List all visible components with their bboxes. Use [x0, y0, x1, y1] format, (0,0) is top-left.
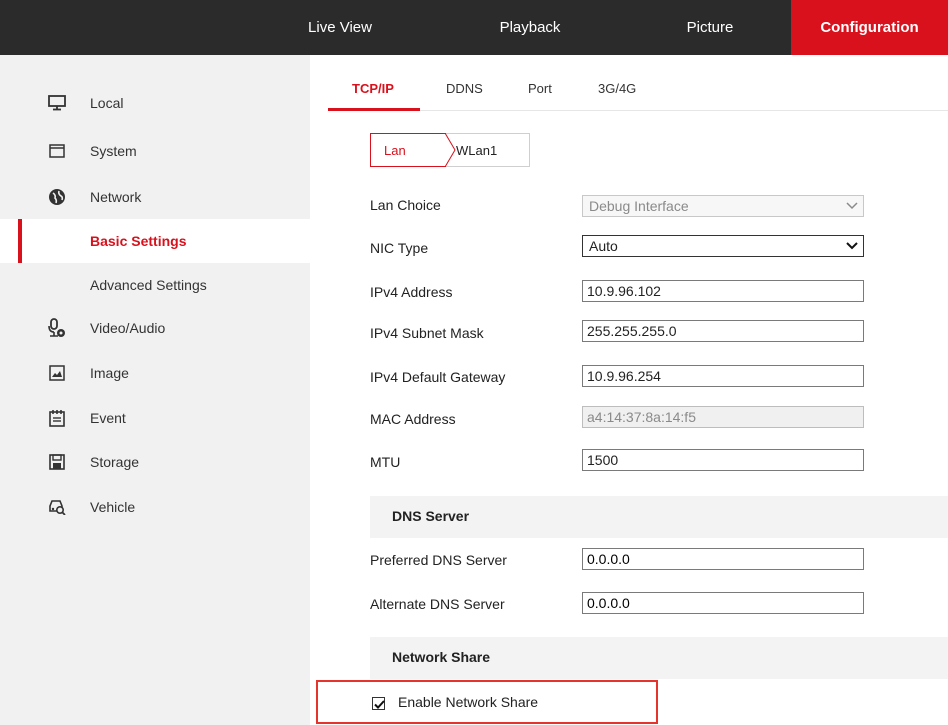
calendar-icon	[48, 409, 66, 427]
sidebar-item-label: System	[90, 143, 137, 159]
tab-ddns[interactable]: DDNS	[446, 81, 483, 96]
nav-playback[interactable]: Playback	[470, 0, 590, 55]
section-title: Network Share	[392, 649, 491, 665]
checkmark-icon	[374, 700, 385, 709]
ipv4-address-label: IPv4 Address	[370, 284, 453, 300]
monitor-icon	[48, 94, 66, 112]
sidebar: Local System Network Basic Settings Adva…	[0, 55, 310, 725]
chevron-down-icon	[846, 242, 858, 250]
window-icon	[48, 142, 66, 160]
sidebar-item-label: Event	[90, 410, 126, 426]
sidebar-item-vehicle[interactable]: Vehicle	[0, 485, 310, 529]
lan-choice-value: Debug Interface	[589, 198, 689, 214]
top-navigation-bar: Live View Playback Picture Configuration	[0, 0, 948, 55]
sidebar-item-label: Network	[90, 189, 142, 205]
subtab-label: WLan1	[456, 143, 498, 158]
sidebar-item-video-audio[interactable]: Video/Audio	[0, 306, 310, 350]
mac-address-input	[582, 406, 864, 428]
lan-choice-select[interactable]: Debug Interface	[582, 195, 864, 217]
subtab-lan[interactable]: Lan	[370, 133, 456, 167]
nav-configuration[interactable]: Configuration	[791, 0, 948, 55]
microphone-camera-icon	[48, 318, 66, 337]
sidebar-item-image[interactable]: Image	[0, 351, 310, 395]
sidebar-item-event[interactable]: Event	[0, 396, 310, 440]
nic-type-label: NIC Type	[370, 240, 429, 256]
vehicle-search-icon	[48, 498, 66, 516]
network-share-section-header: Network Share	[370, 637, 948, 679]
nic-type-select[interactable]: Auto	[582, 235, 864, 257]
globe-icon	[48, 188, 66, 206]
mtu-input[interactable]	[582, 449, 864, 471]
active-tab-indicator	[328, 108, 420, 111]
sidebar-item-label: Vehicle	[90, 499, 136, 515]
alternate-dns-label: Alternate DNS Server	[370, 596, 505, 612]
subtab-label: Lan	[384, 143, 406, 158]
sidebar-item-system[interactable]: System	[0, 129, 310, 173]
section-title: DNS Server	[392, 508, 470, 524]
nic-type-value: Auto	[589, 238, 618, 254]
chevron-down-icon	[846, 202, 858, 210]
mac-address-label: MAC Address	[370, 411, 456, 427]
sidebar-item-network[interactable]: Network	[0, 175, 310, 219]
sidebar-item-label: Basic Settings	[90, 233, 187, 249]
preferred-dns-label: Preferred DNS Server	[370, 552, 507, 568]
sidebar-item-advanced-settings[interactable]: Advanced Settings	[0, 263, 310, 307]
tab-tcpip[interactable]: TCP/IP	[352, 81, 394, 96]
tab-port[interactable]: Port	[528, 81, 552, 96]
sidebar-item-basic-settings[interactable]: Basic Settings	[0, 219, 310, 263]
network-tabs: TCP/IP DDNS Port 3G/4G	[330, 75, 948, 111]
preferred-dns-input[interactable]	[582, 548, 864, 570]
ipv4-subnet-label: IPv4 Subnet Mask	[370, 325, 484, 341]
nav-picture[interactable]: Picture	[655, 0, 765, 55]
sidebar-item-label: Advanced Settings	[90, 277, 207, 293]
sidebar-item-label: Storage	[90, 454, 140, 470]
image-icon	[48, 364, 66, 382]
floppy-disk-icon	[48, 453, 66, 471]
sidebar-item-label: Image	[90, 365, 129, 381]
nav-live-view[interactable]: Live View	[300, 0, 380, 55]
ipv4-address-input[interactable]	[582, 280, 864, 302]
tab-3g4g[interactable]: 3G/4G	[598, 81, 636, 96]
sidebar-item-local[interactable]: Local	[0, 81, 310, 125]
sidebar-item-storage[interactable]: Storage	[0, 440, 310, 484]
mtu-label: MTU	[370, 454, 401, 470]
dns-server-section-header: DNS Server	[370, 496, 948, 538]
sidebar-item-label: Video/Audio	[90, 320, 166, 336]
ipv4-subnet-input[interactable]	[582, 320, 864, 342]
enable-network-share-label: Enable Network Share	[398, 694, 539, 710]
enable-network-share-checkbox[interactable]	[372, 697, 385, 710]
sidebar-item-label: Local	[90, 95, 124, 111]
lan-choice-label: Lan Choice	[370, 197, 441, 213]
ipv4-gateway-label: IPv4 Default Gateway	[370, 369, 506, 385]
ipv4-gateway-input[interactable]	[582, 365, 864, 387]
alternate-dns-input[interactable]	[582, 592, 864, 614]
